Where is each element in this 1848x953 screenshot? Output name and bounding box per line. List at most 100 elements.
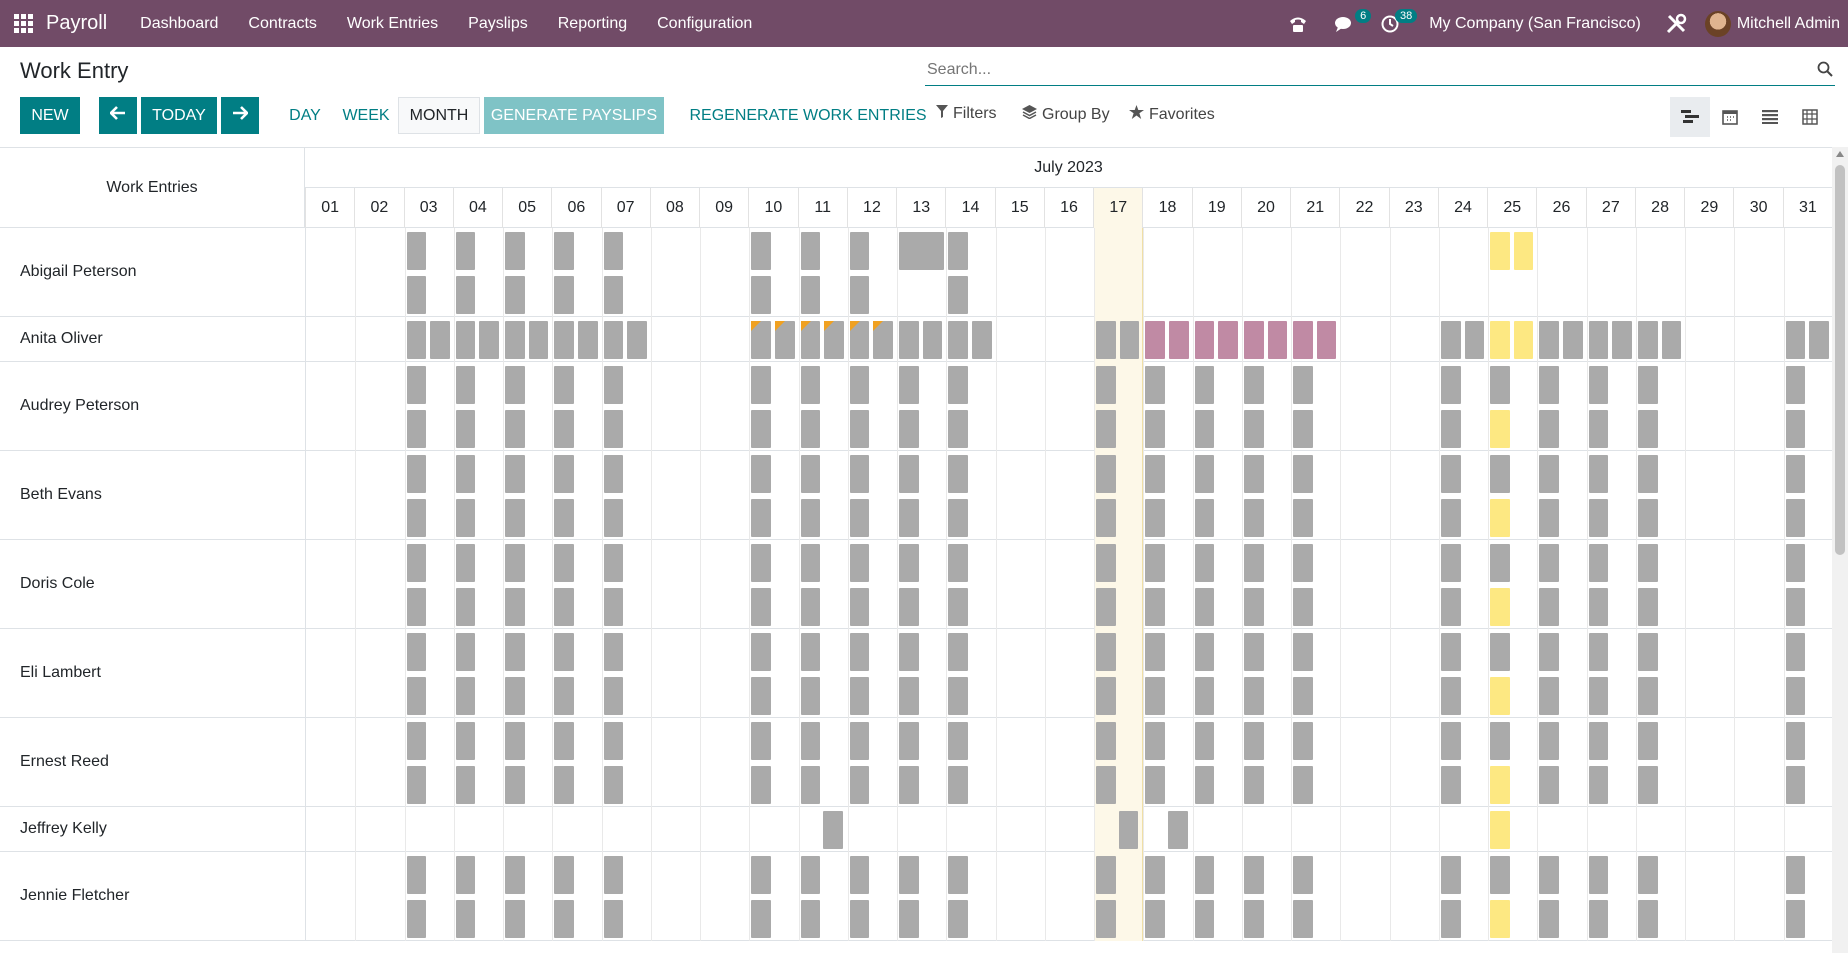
work-entry-pill[interactable] bbox=[948, 900, 968, 938]
gantt-row-cells[interactable] bbox=[305, 540, 1832, 629]
work-entry-pill[interactable] bbox=[1194, 410, 1215, 448]
work-entry-pill[interactable] bbox=[1539, 455, 1560, 493]
work-entry-pill[interactable] bbox=[406, 499, 427, 537]
work-entry-pill[interactable] bbox=[1145, 544, 1165, 582]
work-entry-pill[interactable] bbox=[1539, 722, 1560, 760]
work-entry-pill[interactable] bbox=[1539, 677, 1560, 715]
work-entry-pill[interactable] bbox=[1440, 856, 1461, 894]
work-entry-pill[interactable] bbox=[406, 722, 427, 760]
work-entry-pill[interactable] bbox=[1440, 410, 1461, 448]
work-entry-pill[interactable] bbox=[406, 366, 427, 404]
work-entry-pill[interactable] bbox=[1293, 766, 1313, 804]
work-entry-pill[interactable] bbox=[1440, 633, 1461, 671]
work-entry-pill[interactable] bbox=[1612, 321, 1632, 359]
work-entry-pill[interactable] bbox=[899, 588, 919, 626]
work-entry-pill[interactable] bbox=[800, 366, 821, 404]
work-entry-pill[interactable] bbox=[1637, 366, 1658, 404]
work-entry-pill[interactable] bbox=[948, 366, 968, 404]
scale-week-button[interactable]: WEEK bbox=[338, 97, 394, 134]
work-entry-pill[interactable] bbox=[1145, 856, 1165, 894]
work-entry-pill[interactable] bbox=[1637, 677, 1658, 715]
work-entry-pill[interactable] bbox=[1513, 321, 1534, 359]
work-entry-pill[interactable] bbox=[1637, 455, 1658, 493]
work-entry-pill[interactable] bbox=[1490, 722, 1510, 760]
work-entry-pill[interactable] bbox=[1194, 856, 1215, 894]
work-entry-pill[interactable] bbox=[849, 677, 870, 715]
work-entry-pill[interactable] bbox=[800, 276, 821, 314]
work-entry-pill[interactable] bbox=[751, 276, 771, 314]
work-entry-pill[interactable] bbox=[948, 766, 968, 804]
work-entry-pill[interactable] bbox=[1194, 366, 1215, 404]
work-entry-pill[interactable] bbox=[505, 366, 525, 404]
work-entry-pill[interactable] bbox=[849, 856, 870, 894]
work-entry-pill[interactable] bbox=[1145, 455, 1165, 493]
work-entry-pill[interactable] bbox=[406, 900, 427, 938]
debug-tools-icon[interactable] bbox=[1661, 9, 1691, 39]
work-entry-pill[interactable] bbox=[603, 856, 624, 894]
work-entry-pill[interactable] bbox=[1096, 856, 1116, 894]
gantt-row[interactable]: Anita Oliver bbox=[0, 317, 1832, 362]
work-entry-pill[interactable] bbox=[1490, 900, 1510, 938]
work-entry-pill[interactable] bbox=[849, 276, 870, 314]
work-entry-pill[interactable] bbox=[406, 856, 427, 894]
work-entry-pill[interactable] bbox=[1293, 633, 1313, 671]
work-entry-pill[interactable] bbox=[406, 544, 427, 582]
work-entry-pill[interactable] bbox=[1637, 499, 1658, 537]
favorites-toggle[interactable]: Favorites bbox=[1129, 105, 1215, 124]
work-entry-pill[interactable] bbox=[1194, 321, 1215, 359]
work-entry-pill[interactable] bbox=[1588, 321, 1609, 359]
work-entry-pill[interactable] bbox=[603, 588, 624, 626]
work-entry-pill[interactable] bbox=[1118, 811, 1139, 849]
work-entry-pill[interactable] bbox=[1243, 766, 1264, 804]
work-entry-pill[interactable] bbox=[406, 588, 427, 626]
work-entry-pill[interactable] bbox=[899, 455, 919, 493]
generate-payslips-button[interactable]: GENERATE PAYSLIPS bbox=[484, 97, 664, 134]
work-entry-pill[interactable] bbox=[505, 321, 525, 359]
work-entry-pill[interactable] bbox=[1785, 544, 1806, 582]
work-entry-pill[interactable] bbox=[849, 455, 870, 493]
work-entry-pill[interactable] bbox=[948, 588, 968, 626]
work-entry-pill[interactable] bbox=[800, 455, 821, 493]
work-entry-pill[interactable] bbox=[1637, 321, 1658, 359]
gantt-row-cells[interactable] bbox=[305, 317, 1832, 362]
work-entry-pill[interactable] bbox=[603, 366, 624, 404]
work-entry-pill[interactable] bbox=[800, 499, 821, 537]
work-entry-pill[interactable] bbox=[406, 766, 427, 804]
gantt-row[interactable]: Jeffrey Kelly bbox=[0, 807, 1832, 852]
work-entry-pill[interactable] bbox=[800, 544, 821, 582]
previous-button[interactable] bbox=[99, 97, 137, 134]
phone-icon[interactable] bbox=[1283, 9, 1313, 39]
work-entry-pill[interactable] bbox=[1588, 856, 1609, 894]
work-entry-pill[interactable] bbox=[948, 856, 968, 894]
work-entry-pill[interactable] bbox=[1218, 321, 1238, 359]
work-entry-pill[interactable] bbox=[1096, 677, 1116, 715]
work-entry-pill[interactable] bbox=[1440, 321, 1461, 359]
work-entry-pill[interactable] bbox=[505, 588, 525, 626]
messages-icon[interactable]: 6 bbox=[1329, 8, 1372, 39]
work-entry-pill[interactable] bbox=[800, 766, 821, 804]
work-entry-pill[interactable] bbox=[1168, 811, 1188, 849]
work-entry-pill[interactable] bbox=[1440, 900, 1461, 938]
menu-work-entries[interactable]: Work Entries bbox=[332, 15, 453, 33]
work-entry-pill[interactable] bbox=[1145, 588, 1165, 626]
scroll-up-arrow-icon[interactable] bbox=[1836, 151, 1844, 157]
work-entry-pill[interactable] bbox=[1588, 544, 1609, 582]
work-entry-pill[interactable] bbox=[1785, 410, 1806, 448]
work-entry-pill[interactable] bbox=[948, 722, 968, 760]
scale-day-button[interactable]: DAY bbox=[282, 97, 328, 134]
work-entry-pill[interactable] bbox=[1440, 499, 1461, 537]
work-entry-pill[interactable] bbox=[554, 232, 574, 270]
work-entry-pill[interactable] bbox=[899, 633, 919, 671]
work-entry-pill[interactable] bbox=[751, 766, 771, 804]
work-entry-pill[interactable] bbox=[899, 366, 919, 404]
work-entry-pill[interactable] bbox=[505, 410, 525, 448]
work-entry-pill[interactable] bbox=[1169, 321, 1189, 359]
work-entry-pill[interactable] bbox=[603, 276, 624, 314]
work-entry-pill[interactable] bbox=[948, 321, 968, 359]
work-entry-pill[interactable] bbox=[1490, 455, 1510, 493]
work-entry-pill[interactable] bbox=[505, 455, 525, 493]
work-entry-pill[interactable] bbox=[1490, 410, 1510, 448]
work-entry-pill[interactable] bbox=[1096, 633, 1116, 671]
work-entry-pill[interactable] bbox=[603, 722, 624, 760]
work-entry-pill[interactable] bbox=[1145, 366, 1165, 404]
